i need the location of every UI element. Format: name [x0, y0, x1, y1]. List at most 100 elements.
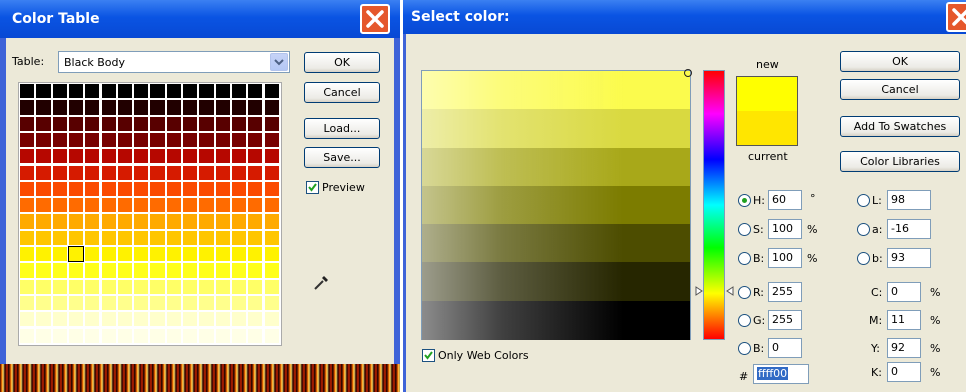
color-table-cell[interactable]: [231, 230, 247, 245]
color-table-cell[interactable]: [85, 263, 100, 278]
g-radio[interactable]: [738, 314, 751, 327]
color-table-cell[interactable]: [134, 230, 149, 245]
color-table-cell[interactable]: [264, 312, 279, 327]
color-table-cell[interactable]: [36, 295, 51, 311]
color-table-cell[interactable]: [85, 116, 100, 131]
color-table-cell[interactable]: [248, 132, 263, 148]
color-table-cell[interactable]: [68, 214, 84, 229]
color-table-cell[interactable]: [36, 247, 51, 262]
color-table-cell[interactable]: [231, 279, 247, 294]
blue-input[interactable]: 0: [768, 338, 802, 358]
color-table-cell[interactable]: [101, 328, 116, 343]
color-table-cell[interactable]: [183, 263, 198, 278]
table-dropdown[interactable]: Black Body: [58, 51, 290, 73]
color-table-cell[interactable]: [117, 312, 133, 327]
color-table-cell[interactable]: [183, 295, 198, 311]
color-table-cell[interactable]: [20, 149, 35, 164]
color-table-cell[interactable]: [101, 247, 116, 262]
color-table-cell[interactable]: [215, 312, 230, 327]
s-radio[interactable]: [738, 223, 751, 236]
color-table-cell[interactable]: [264, 247, 279, 262]
color-table-cell[interactable]: [150, 116, 165, 131]
color-table-cell[interactable]: [199, 149, 214, 164]
y-input[interactable]: 92: [887, 338, 921, 358]
color-table-cell[interactable]: [85, 247, 100, 262]
color-libraries-button[interactable]: Color Libraries: [840, 151, 960, 172]
color-table-cell[interactable]: [117, 328, 133, 343]
color-table-cell[interactable]: [134, 132, 149, 148]
color-table-cell[interactable]: [117, 132, 133, 148]
color-table-cell[interactable]: [231, 116, 247, 131]
color-table-cell[interactable]: [101, 84, 116, 99]
color-table-cell[interactable]: [231, 149, 247, 164]
color-table-cell[interactable]: [231, 84, 247, 99]
color-table-cell[interactable]: [85, 149, 100, 164]
color-table-cell[interactable]: [264, 84, 279, 99]
color-table-cell[interactable]: [68, 263, 84, 278]
color-table-cell[interactable]: [183, 100, 198, 115]
color-table-cell[interactable]: [166, 328, 181, 343]
color-table-cell[interactable]: [134, 247, 149, 262]
color-table-cell[interactable]: [231, 165, 247, 180]
color-table-cell[interactable]: [101, 181, 116, 197]
color-table-cell[interactable]: [150, 132, 165, 148]
color-table-cell[interactable]: [199, 84, 214, 99]
k-input[interactable]: 0: [887, 362, 921, 382]
color-table-cell[interactable]: [264, 295, 279, 311]
color-table-cell[interactable]: [134, 312, 149, 327]
color-table-cell[interactable]: [166, 214, 181, 229]
r-input[interactable]: 255: [768, 282, 802, 302]
sc-cancel-button[interactable]: Cancel: [840, 79, 960, 100]
color-table-cell[interactable]: [150, 328, 165, 343]
color-table-cell[interactable]: [36, 181, 51, 197]
color-table-cell[interactable]: [231, 312, 247, 327]
color-table-cell[interactable]: [117, 149, 133, 164]
color-table-cell[interactable]: [134, 149, 149, 164]
color-table-cell[interactable]: [264, 132, 279, 148]
l-input[interactable]: 98: [887, 190, 931, 210]
color-table-cell[interactable]: [150, 165, 165, 180]
color-table-cell[interactable]: [215, 263, 230, 278]
color-table-cell[interactable]: [85, 100, 100, 115]
color-table-cell[interactable]: [215, 100, 230, 115]
color-table-cell-selected[interactable]: [67, 245, 85, 263]
a-radio[interactable]: [857, 223, 870, 236]
color-table-cell[interactable]: [117, 198, 133, 213]
color-table-cell[interactable]: [248, 116, 263, 131]
color-table-cell[interactable]: [231, 247, 247, 262]
color-table-cell[interactable]: [199, 312, 214, 327]
color-table-cell[interactable]: [101, 295, 116, 311]
color-table-cell[interactable]: [134, 279, 149, 294]
color-table-cell[interactable]: [52, 214, 67, 229]
color-table-cell[interactable]: [183, 181, 198, 197]
color-table-cell[interactable]: [264, 328, 279, 343]
color-table-cell[interactable]: [85, 295, 100, 311]
color-table-titlebar[interactable]: Color Table: [0, 0, 400, 38]
color-table-cell[interactable]: [85, 214, 100, 229]
color-table-cell[interactable]: [150, 295, 165, 311]
color-table-cell[interactable]: [20, 279, 35, 294]
color-table-cell[interactable]: [264, 279, 279, 294]
color-table-cell[interactable]: [134, 181, 149, 197]
select-color-titlebar[interactable]: Select color:: [403, 0, 966, 34]
color-table-cell[interactable]: [85, 198, 100, 213]
load-button[interactable]: Load...: [304, 118, 380, 139]
color-table-cell[interactable]: [248, 214, 263, 229]
b-input[interactable]: 100: [768, 248, 802, 268]
color-table-cell[interactable]: [134, 84, 149, 99]
color-table-cell[interactable]: [215, 295, 230, 311]
color-table-cell[interactable]: [134, 100, 149, 115]
color-table-cell[interactable]: [101, 214, 116, 229]
color-table-cell[interactable]: [85, 84, 100, 99]
color-table-cell[interactable]: [101, 132, 116, 148]
color-table-cell[interactable]: [68, 116, 84, 131]
color-table-cell[interactable]: [150, 279, 165, 294]
color-table-cell[interactable]: [68, 328, 84, 343]
color-table-cell[interactable]: [52, 263, 67, 278]
color-table-cell[interactable]: [150, 214, 165, 229]
color-table-cell[interactable]: [231, 295, 247, 311]
color-table-cell[interactable]: [85, 132, 100, 148]
color-table-cell[interactable]: [52, 247, 67, 262]
color-table-cell[interactable]: [85, 279, 100, 294]
color-table-cell[interactable]: [215, 328, 230, 343]
